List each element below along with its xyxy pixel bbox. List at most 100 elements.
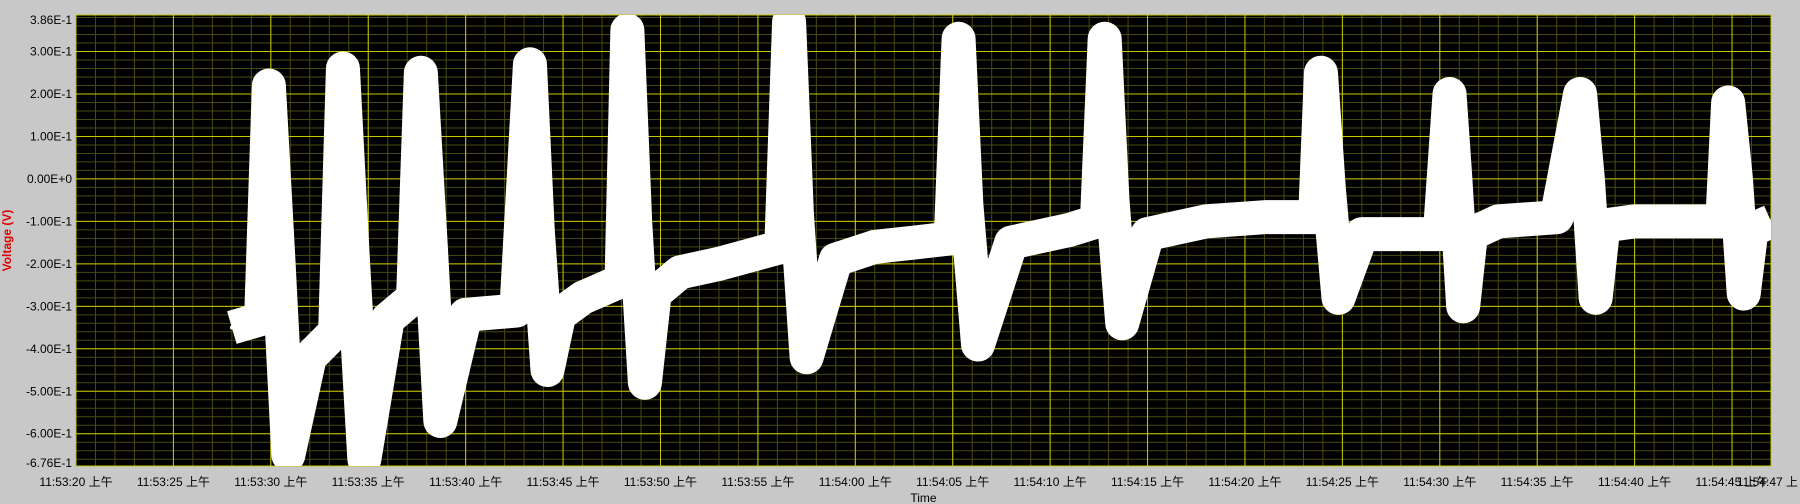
x-tick-label: 11:54:20 上午 xyxy=(1208,475,1281,489)
signal-point xyxy=(514,308,519,313)
x-tick-label: 11:53:25 上午 xyxy=(137,475,210,489)
signal-point xyxy=(1313,215,1318,220)
signal-point xyxy=(1461,304,1466,309)
signal-point xyxy=(1120,321,1125,326)
signal-point xyxy=(1720,219,1725,224)
signal-point xyxy=(1145,232,1150,237)
y-tick-label: -6.76E-1 xyxy=(26,456,72,470)
x-tick-label: 11:54:10 上午 xyxy=(1014,475,1087,489)
y-axis-ticks: 3.86E-1 3.00E-1 2.00E-1 1.00E-1 0.00E+0 -1.00… xyxy=(26,13,72,470)
x-tick-label: 11:54:30 上午 xyxy=(1403,475,1476,489)
signal-point xyxy=(1554,215,1559,220)
x-tick-label: 11:54:00 上午 xyxy=(819,475,892,489)
x-tick-label: 11:54:25 上午 xyxy=(1306,475,1379,489)
signal-point xyxy=(286,452,291,457)
signal-point xyxy=(1094,219,1099,224)
y-tick-label: -1.00E-1 xyxy=(26,214,72,228)
signal-point xyxy=(1437,232,1442,237)
signal-point xyxy=(1067,227,1072,232)
signal-point xyxy=(1749,227,1754,232)
signal-point xyxy=(1726,100,1731,105)
signal-point xyxy=(1593,295,1598,300)
signal-point xyxy=(1741,291,1746,296)
signal-point xyxy=(633,219,638,224)
signal-point xyxy=(362,457,367,462)
x-tick-label: 11:53:50 上午 xyxy=(624,475,697,489)
signal-point xyxy=(385,317,390,322)
x-tick-label: 11:53:40 上午 xyxy=(429,475,502,489)
x-tick-label: 11:54:05 上午 xyxy=(916,475,989,489)
signal-point xyxy=(911,240,916,245)
y-tick-label: -6.00E-1 xyxy=(26,427,72,441)
signal-point xyxy=(1110,198,1115,203)
signal-point xyxy=(619,278,624,283)
signal-point xyxy=(1318,70,1323,75)
x-tick-label: 11:53:35 上午 xyxy=(332,475,405,489)
signal-point xyxy=(833,257,838,262)
signal-point xyxy=(1447,91,1452,96)
signal-point xyxy=(642,380,647,385)
signal-point xyxy=(794,210,799,215)
signal-point xyxy=(677,270,682,275)
signal-point xyxy=(716,261,721,266)
x-tick-label: 11:54:40 上午 xyxy=(1598,475,1671,489)
y-tick-label: 3.86E-1 xyxy=(30,13,72,27)
signal-point xyxy=(340,66,345,71)
y-tick-label: 1.00E-1 xyxy=(30,129,72,143)
signal-point xyxy=(1578,91,1583,96)
waveform-chart: 3.86E-1 3.00E-1 2.00E-1 1.00E-1 0.00E+0 -1.00… xyxy=(0,13,1798,504)
signal-point xyxy=(872,244,877,249)
chart-panel: 3.86E-1 3.00E-1 2.00E-1 1.00E-1 0.00E+0 -1.00… xyxy=(0,0,1800,504)
signal-point xyxy=(580,295,585,300)
signal-point xyxy=(1601,223,1606,228)
signal-point xyxy=(535,227,540,232)
signal-point xyxy=(333,329,338,334)
signal-point xyxy=(976,342,981,347)
signal-point xyxy=(229,325,234,330)
signal-point xyxy=(964,202,969,207)
signal-point xyxy=(1359,232,1364,237)
signal-point xyxy=(266,83,271,88)
signal-point xyxy=(1262,215,1267,220)
y-tick-label: 2.00E-1 xyxy=(30,87,72,101)
y-tick-label: -5.00E-1 xyxy=(26,384,72,398)
signal-point xyxy=(1769,219,1771,224)
signal-point xyxy=(1453,176,1458,181)
signal-point xyxy=(1468,232,1473,237)
signal-point xyxy=(276,261,281,266)
signal-point xyxy=(307,355,312,360)
x-tick-label: 11:53:20 上午 xyxy=(39,475,112,489)
signal-point xyxy=(557,312,562,317)
x-tick-label: 11:53:45 上午 xyxy=(526,475,599,489)
signal-point xyxy=(527,62,532,67)
signal-point xyxy=(1733,176,1738,181)
signal-point xyxy=(787,19,792,24)
signal-point xyxy=(1204,219,1208,224)
signal-point xyxy=(1102,36,1107,41)
signal-point xyxy=(438,418,443,423)
x-tick-label: 11:53:30 上午 xyxy=(234,475,307,489)
y-tick-label: -3.00E-1 xyxy=(26,299,72,313)
signal-point xyxy=(463,312,468,317)
signal-point xyxy=(1585,176,1590,181)
x-tick-label: 11:54:47 上 xyxy=(1737,475,1798,489)
signal-point xyxy=(948,236,953,241)
signal-point xyxy=(428,240,433,245)
x-axis-label: Time xyxy=(910,491,937,504)
signal-point xyxy=(411,295,416,300)
y-tick-label: -4.00E-1 xyxy=(26,342,72,356)
signal-point xyxy=(804,355,809,360)
x-tick-label: 11:54:35 上午 xyxy=(1501,475,1574,489)
y-tick-label: -2.00E-1 xyxy=(26,257,72,271)
x-tick-label: 11:54:15 上午 xyxy=(1111,475,1184,489)
signal-point xyxy=(956,36,961,41)
signal-point xyxy=(1336,295,1341,300)
signal-point xyxy=(545,368,550,373)
signal-point xyxy=(1496,219,1501,224)
signal-point xyxy=(259,317,264,322)
signal-point xyxy=(652,291,657,296)
y-tick-label: 3.00E-1 xyxy=(30,45,72,59)
x-axis-ticks: 11:53:20 上午 11:53:25 上午 11:53:30 上午 11:53:3… xyxy=(39,475,1798,489)
y-axis-label: Voltage (V) xyxy=(0,210,14,272)
signal-point xyxy=(779,244,784,249)
